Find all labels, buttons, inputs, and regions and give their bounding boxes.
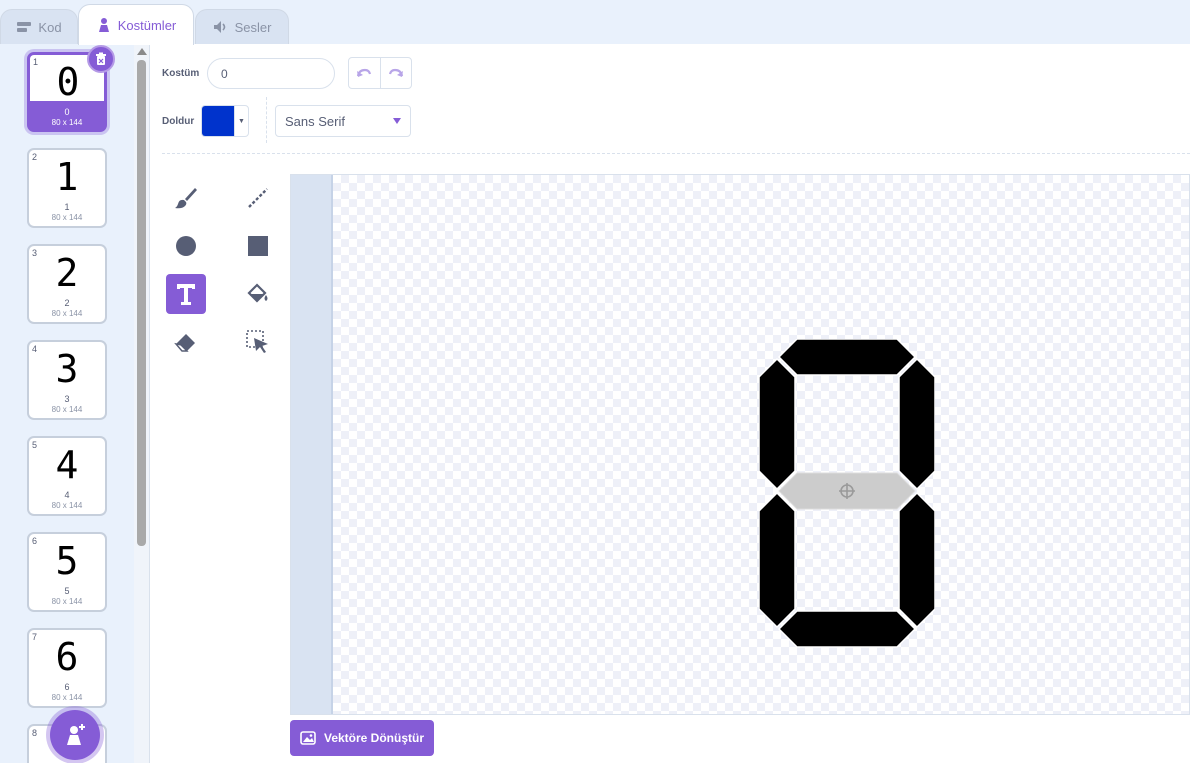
chevron-down-icon [393,118,401,124]
canvas-left-margin [291,175,333,714]
costume-size: 80 x 144 [51,309,83,318]
costume-list-scrollbar[interactable] [134,44,150,763]
fill-label: Doldur [162,116,195,127]
costume-number: 7 [32,632,38,642]
trash-icon [96,52,106,65]
toolbar-divider-horizontal [162,153,1190,154]
choose-costume-icon [67,724,85,745]
costume-thumbnail: 6 [55,635,79,679]
costume-icon [96,17,112,33]
costume-thumbnail: 0 [56,60,80,104]
tab-costumes[interactable]: Kostümler [78,4,194,45]
scrollbar-thumb[interactable] [137,60,146,546]
undo-redo-group [348,57,412,89]
paint-canvas[interactable] [290,174,1190,715]
convert-to-vector-button[interactable]: Vektöre Dönüştür [290,720,434,756]
seven-segment-graphic[interactable] [759,339,935,651]
tab-code-label: Kod [38,19,62,35]
costume-number: 6 [32,536,38,546]
costume-tile-7[interactable]: 7 6 6 80 x 144 [27,628,107,708]
paint-bucket-icon [247,283,268,303]
delete-costume-button[interactable] [87,45,115,73]
tab-sounds-label: Sesler [234,19,272,35]
costume-number: 1 [33,57,39,67]
costume-name: 1 [64,202,70,212]
editor-tab-bar: Kod Kostümler Sesler [0,0,1190,45]
costume-size: 80 x 144 [51,118,83,127]
convert-to-vector-label: Vektöre Dönüştür [323,731,425,745]
costume-size: 80 x 144 [51,213,83,222]
costume-size: 80 x 144 [51,597,83,606]
text-icon [177,284,195,305]
toolbar-divider [266,97,267,143]
brush-tool[interactable] [166,178,206,218]
costume-name: 0 [64,107,70,117]
costume-number: 5 [32,440,38,450]
redo-icon [388,68,404,77]
costume-number: 8 [32,728,38,738]
costume-name-input[interactable] [207,58,335,89]
costume-name-label: Kostüm [162,68,200,79]
fill-color-picker[interactable]: ▼ [201,105,249,137]
add-costume-button[interactable] [50,710,100,760]
rectangle-tool[interactable] [238,226,278,266]
costume-size: 80 x 144 [51,693,83,702]
segment-top-right [898,357,935,491]
segment-bottom [777,610,917,648]
select-icon [246,330,268,353]
costume-thumbnail: 5 [55,539,79,583]
code-icon [16,19,32,35]
costume-tile-5[interactable]: 5 4 4 80 x 144 [27,436,107,516]
segment-bottom-right [898,491,935,629]
tab-code[interactable]: Kod [0,9,78,44]
costume-name: 3 [64,394,70,404]
segment-top [777,339,917,376]
font-dropdown-value: Sans Serif [285,113,345,129]
costume-size: 80 x 144 [51,405,83,414]
costume-size: 80 x 144 [51,501,83,510]
segment-bottom-left [759,491,796,629]
line-tool[interactable] [238,178,278,218]
eraser-icon [174,334,195,352]
costume-thumbnail: 2 [55,251,79,295]
text-tool[interactable] [166,274,206,314]
sound-icon [213,19,229,35]
costume-tile-3[interactable]: 3 2 2 80 x 144 [27,244,107,324]
costume-thumbnail: 3 [55,347,79,391]
paint-editor: Kostüm Doldur ▼ Sans Serif [150,44,1190,763]
costume-tile-2[interactable]: 2 1 1 80 x 144 [27,148,107,228]
fill-dropdown-arrow[interactable]: ▼ [234,106,248,136]
costume-thumbnail: 4 [55,443,79,487]
select-tool[interactable] [238,322,278,362]
costume-number: 4 [32,344,38,354]
image-icon [300,731,316,745]
redo-button[interactable] [379,58,411,88]
fill-color-swatch[interactable] [202,106,234,136]
eraser-tool[interactable] [166,322,206,362]
costume-name: 4 [64,490,70,500]
costume-name: 6 [64,682,70,692]
costume-number: 3 [32,248,38,258]
fill-tool[interactable] [238,274,278,314]
rectangle-icon [248,236,268,256]
segment-top-left [759,357,796,491]
costume-tile-6[interactable]: 6 5 5 80 x 144 [27,532,107,612]
line-icon [248,188,268,208]
tab-sounds[interactable]: Sesler [195,9,289,44]
circle-icon [176,236,196,256]
font-dropdown[interactable]: Sans Serif [275,105,411,137]
undo-icon [357,68,372,77]
costume-thumbnail: 1 [55,155,79,199]
undo-button[interactable] [349,58,380,88]
costume-name: 5 [64,586,70,596]
brush-icon [175,188,197,209]
circle-tool[interactable] [166,226,206,266]
costume-tile-4[interactable]: 4 3 3 80 x 144 [27,340,107,420]
costume-number: 2 [32,152,38,162]
tab-costumes-label: Kostümler [117,17,177,33]
costume-name: 2 [64,298,70,308]
scroll-up-arrow[interactable] [137,48,147,55]
canvas-drawing-area[interactable] [333,175,1189,714]
